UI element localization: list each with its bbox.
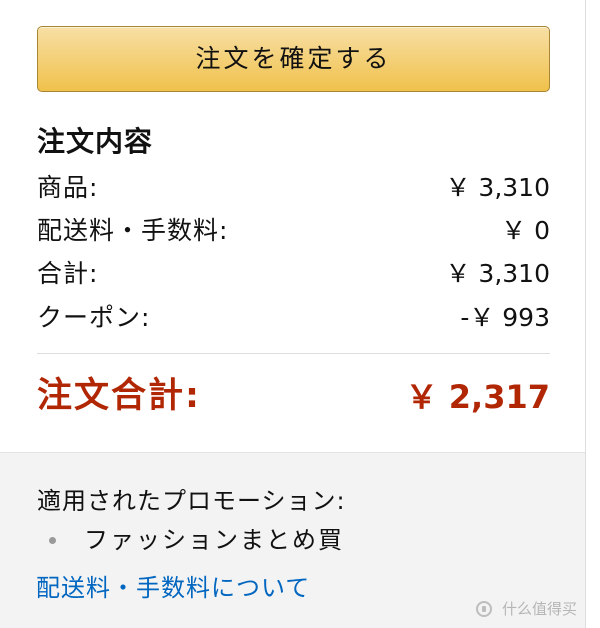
applied-promotions-heading: 適用されたプロモーション: xyxy=(37,487,346,515)
promotion-item-label: ファッションまとめ買 xyxy=(84,526,344,554)
order-total-value: ￥ 2,317 xyxy=(405,378,550,416)
coupon-row: クーポン: -￥ 993 xyxy=(37,301,550,335)
order-details-section: 注文を確定する 注文内容 商品: ￥ 3,310 配送料・手数料: ￥ 0 合計… xyxy=(0,0,585,452)
subtotal-value: ￥ 3,310 xyxy=(445,259,550,288)
subtotal-row: 合計: ￥ 3,310 xyxy=(37,257,550,291)
order-summary-panel: 注文を確定する 注文内容 商品: ￥ 3,310 配送料・手数料: ￥ 0 合計… xyxy=(0,0,586,628)
applied-promotions-section: 適用されたプロモーション: ファッションまとめ買 配送料・手数料について 什么值… xyxy=(0,452,585,628)
order-total-label: 注文合計: xyxy=(37,376,201,416)
shipping-value: ￥ 0 xyxy=(501,216,550,245)
coupon-value: -￥ 993 xyxy=(460,303,550,332)
items-row: 商品: ￥ 3,310 xyxy=(37,171,550,205)
summary-divider xyxy=(37,353,550,354)
watermark-logo-icon xyxy=(476,601,493,617)
watermark-text: 什么值得买 xyxy=(501,600,577,618)
bullet-icon xyxy=(49,537,56,544)
place-order-button[interactable]: 注文を確定する xyxy=(37,26,550,92)
order-summary-title: 注文内容 xyxy=(37,125,154,158)
order-total-row: 注文合計: ￥ 2,317 xyxy=(37,373,550,421)
subtotal-label: 合計: xyxy=(37,259,99,288)
items-value: ￥ 3,310 xyxy=(445,173,550,202)
watermark: 什么值得买 xyxy=(476,597,577,621)
shipping-fees-info-link[interactable]: 配送料・手数料について xyxy=(36,571,310,605)
shipping-row: 配送料・手数料: ￥ 0 xyxy=(37,214,550,248)
place-order-label: 注文を確定する xyxy=(195,45,392,73)
shipping-label: 配送料・手数料: xyxy=(37,216,229,245)
coupon-label: クーポン: xyxy=(37,303,151,332)
items-label: 商品: xyxy=(37,173,99,202)
